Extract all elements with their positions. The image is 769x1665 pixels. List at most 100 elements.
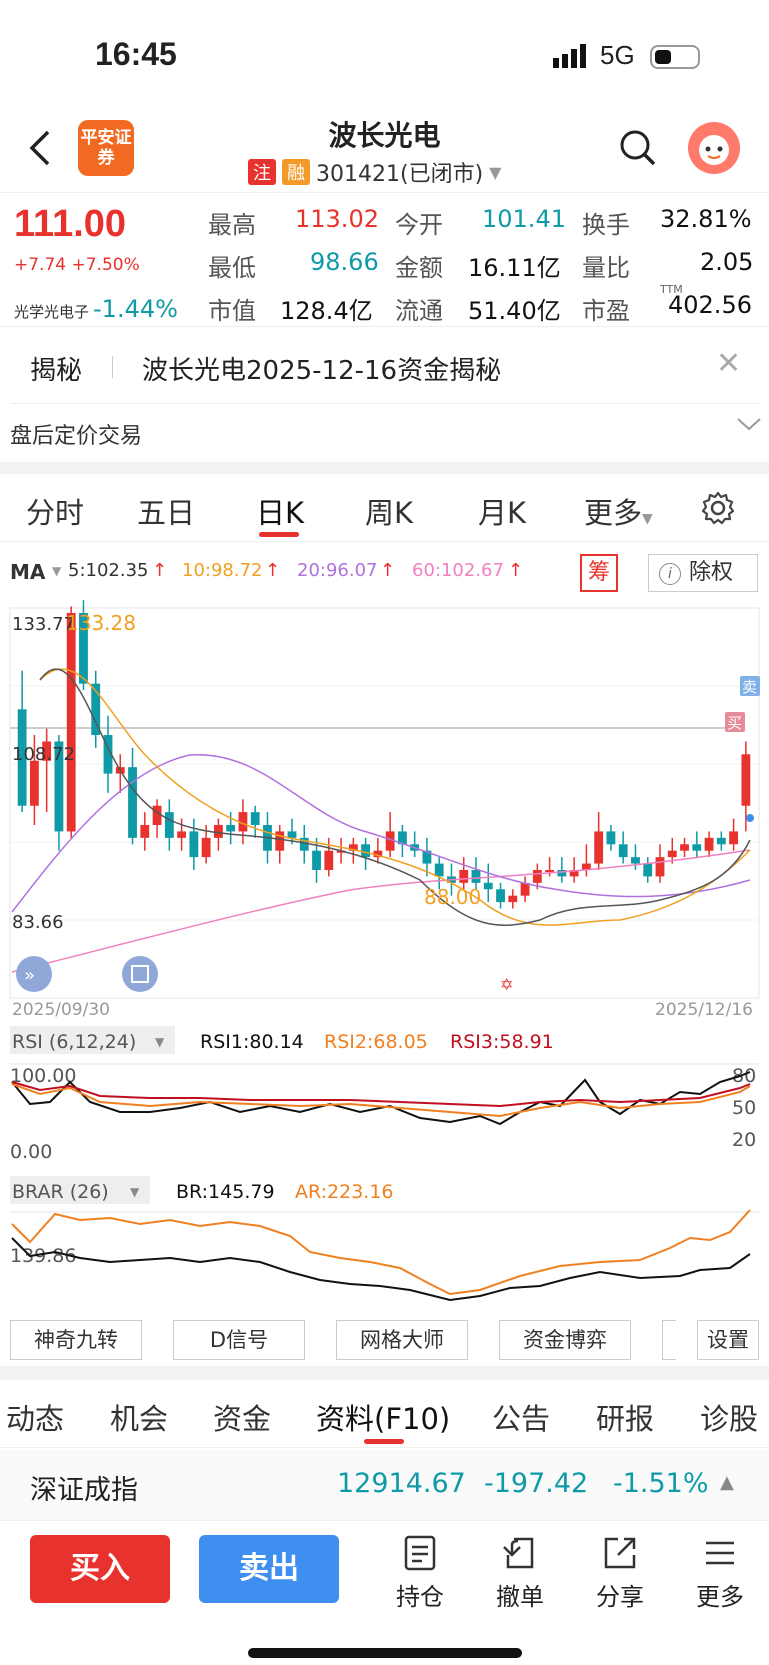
tab-weekly-k[interactable]: 周K: [365, 490, 413, 532]
candle: [29, 760, 39, 806]
tag-rong: 融: [282, 159, 310, 185]
candle: [545, 869, 555, 872]
candle: [140, 825, 150, 838]
quote-label: 市值: [208, 297, 256, 325]
ex-rights-button[interactable]: i 除权: [648, 554, 758, 592]
share-label: 分享: [596, 1583, 644, 1611]
rsi-20-label: 20: [732, 1129, 756, 1151]
info-tabs: 动态 机会 资金 资料(F10) 公告 研报 诊股: [0, 1380, 769, 1448]
quote-label: 今开: [395, 211, 443, 239]
arrow-up-icon: ↑: [265, 560, 281, 581]
y-axis-bottom: 83.66: [12, 912, 64, 933]
settings-button[interactable]: 设置: [697, 1320, 759, 1360]
index-change: -197.42: [484, 1468, 589, 1499]
ma5-line: [39, 668, 751, 926]
tab-diagnosis[interactable]: 诊股: [700, 1396, 758, 1438]
arrow-up-icon: ↑: [508, 560, 524, 581]
quote-value: 113.02: [295, 205, 379, 233]
tab-monthly-k[interactable]: 月K: [478, 490, 526, 532]
share-button[interactable]: 分享: [585, 1533, 655, 1612]
quote-value: 32.81%: [660, 205, 752, 233]
tab-funds[interactable]: 资金: [213, 1396, 271, 1438]
candle: [226, 825, 236, 832]
d-signal-button[interactable]: D信号: [173, 1320, 305, 1360]
star-icon: ✡: [500, 975, 513, 994]
tab-news[interactable]: 动态: [6, 1396, 64, 1438]
tab-more-label: 更多: [584, 496, 643, 530]
quote-label: 流通: [395, 297, 443, 325]
chevron-down-icon: [737, 418, 761, 431]
candle: [704, 837, 714, 851]
candle: [692, 844, 702, 851]
ex-rights-label: 除权: [689, 560, 734, 585]
expand-up-icon[interactable]: ▲: [720, 1472, 734, 1493]
reveal-text: 波长光电2025-12-16资金揭秘: [142, 356, 502, 386]
buy-button[interactable]: 买入: [30, 1535, 170, 1603]
tab-opportunity[interactable]: 机会: [110, 1396, 168, 1438]
tab-research[interactable]: 研报: [596, 1396, 654, 1438]
status-bar: 16:45 5G: [0, 0, 769, 110]
candle: [164, 812, 174, 838]
gear-icon[interactable]: [700, 490, 736, 526]
assistant-avatar-icon[interactable]: [688, 122, 740, 174]
quote-value: 98.66: [310, 248, 379, 276]
sector-name: 光学光电子: [14, 303, 90, 321]
tab-five-day[interactable]: 五日: [137, 490, 195, 532]
tab-intraday[interactable]: 分时: [26, 490, 84, 532]
kline-chart[interactable]: 133.77 108.72 83.66 133.28 88.00 2025/09…: [0, 600, 769, 1020]
br-value: BR:145.79: [176, 1181, 275, 1203]
quote-label: 市盈: [582, 297, 630, 325]
brar-title: BRAR (26): [12, 1181, 109, 1203]
current-price: 111.00: [14, 203, 127, 245]
holdings-button[interactable]: 持仓: [385, 1533, 455, 1612]
rsi-50-label: 50: [732, 1097, 756, 1119]
cancel-order-button[interactable]: 撤单: [485, 1533, 555, 1612]
high-price-label: 133.28: [66, 611, 136, 635]
stock-header: 平安证券 波长光电 注 融 301421(已闭市) ▼: [0, 110, 769, 192]
quote-label: 换手: [582, 211, 630, 239]
more-button[interactable]: 更多: [685, 1533, 755, 1612]
tab-announcements[interactable]: 公告: [492, 1396, 550, 1438]
close-icon[interactable]: ✕: [716, 346, 741, 381]
date-start: 2025/09/30: [12, 1000, 110, 1020]
cancel-order-label: 撤单: [496, 1583, 544, 1611]
fund-game-button[interactable]: 资金博弈: [499, 1320, 631, 1360]
stock-code-row[interactable]: 注 融 301421(已闭市) ▼: [248, 156, 501, 188]
dropdown-icon[interactable]: ▼: [52, 564, 61, 578]
candle: [532, 869, 542, 883]
candle: [680, 844, 689, 851]
fund-reveal-banner[interactable]: 揭秘 波长光电2025-12-16资金揭秘 ✕: [0, 328, 769, 402]
more-tool-button[interactable]: [662, 1320, 676, 1360]
bottom-action-bar: 买入 卖出 持仓 撤单 分享 更多: [0, 1520, 769, 1665]
rsi-panel[interactable]: RSI (6,12,24) ▼ RSI1:80.14 RSI2:68.05 RS…: [0, 1022, 769, 1172]
ma-label: MA: [10, 560, 46, 584]
tag-zhu: 注: [248, 159, 276, 185]
grid-master-button[interactable]: 网格大师: [336, 1320, 468, 1360]
search-icon[interactable]: [618, 128, 658, 168]
candle: [177, 831, 187, 838]
tab-f10[interactable]: 资料(F10): [316, 1396, 450, 1438]
chip-distribution-button[interactable]: 筹: [580, 554, 618, 592]
feature-tool-bar: 神奇九转 D信号 网格大师 资金博弈 设置: [0, 1320, 769, 1366]
tab-more[interactable]: 更多▼: [584, 490, 653, 532]
quote-value: 51.40亿: [468, 297, 561, 325]
dropdown-icon: ▼: [489, 162, 502, 182]
sector-info[interactable]: 光学光电子 -1.44%: [14, 295, 178, 323]
candle: [606, 831, 616, 845]
candle: [250, 812, 260, 826]
candle: [643, 863, 653, 877]
after-hours-row[interactable]: 盘后定价交易: [10, 403, 761, 461]
brar-panel[interactable]: BRAR (26) ▼ BR:145.79 AR:223.16 139.86: [0, 1172, 769, 1320]
sell-button[interactable]: 卖出: [199, 1535, 339, 1603]
index-name: 深证成指: [30, 1475, 138, 1506]
brar-y-mid: 139.86: [10, 1245, 76, 1267]
index-pct: -1.51%: [613, 1468, 709, 1499]
magic-nine-button[interactable]: 神奇九转: [10, 1320, 142, 1360]
tab-daily-k[interactable]: 日K: [256, 490, 304, 532]
candle: [496, 889, 505, 903]
index-value: 12914.67: [337, 1468, 466, 1499]
quote-label: 最低: [208, 254, 256, 282]
candle: [471, 869, 481, 883]
ma10-value: 10:98.72: [182, 560, 263, 581]
index-ticker[interactable]: 深证成指 12914.67 -197.42 -1.51% ▲: [0, 1450, 769, 1520]
